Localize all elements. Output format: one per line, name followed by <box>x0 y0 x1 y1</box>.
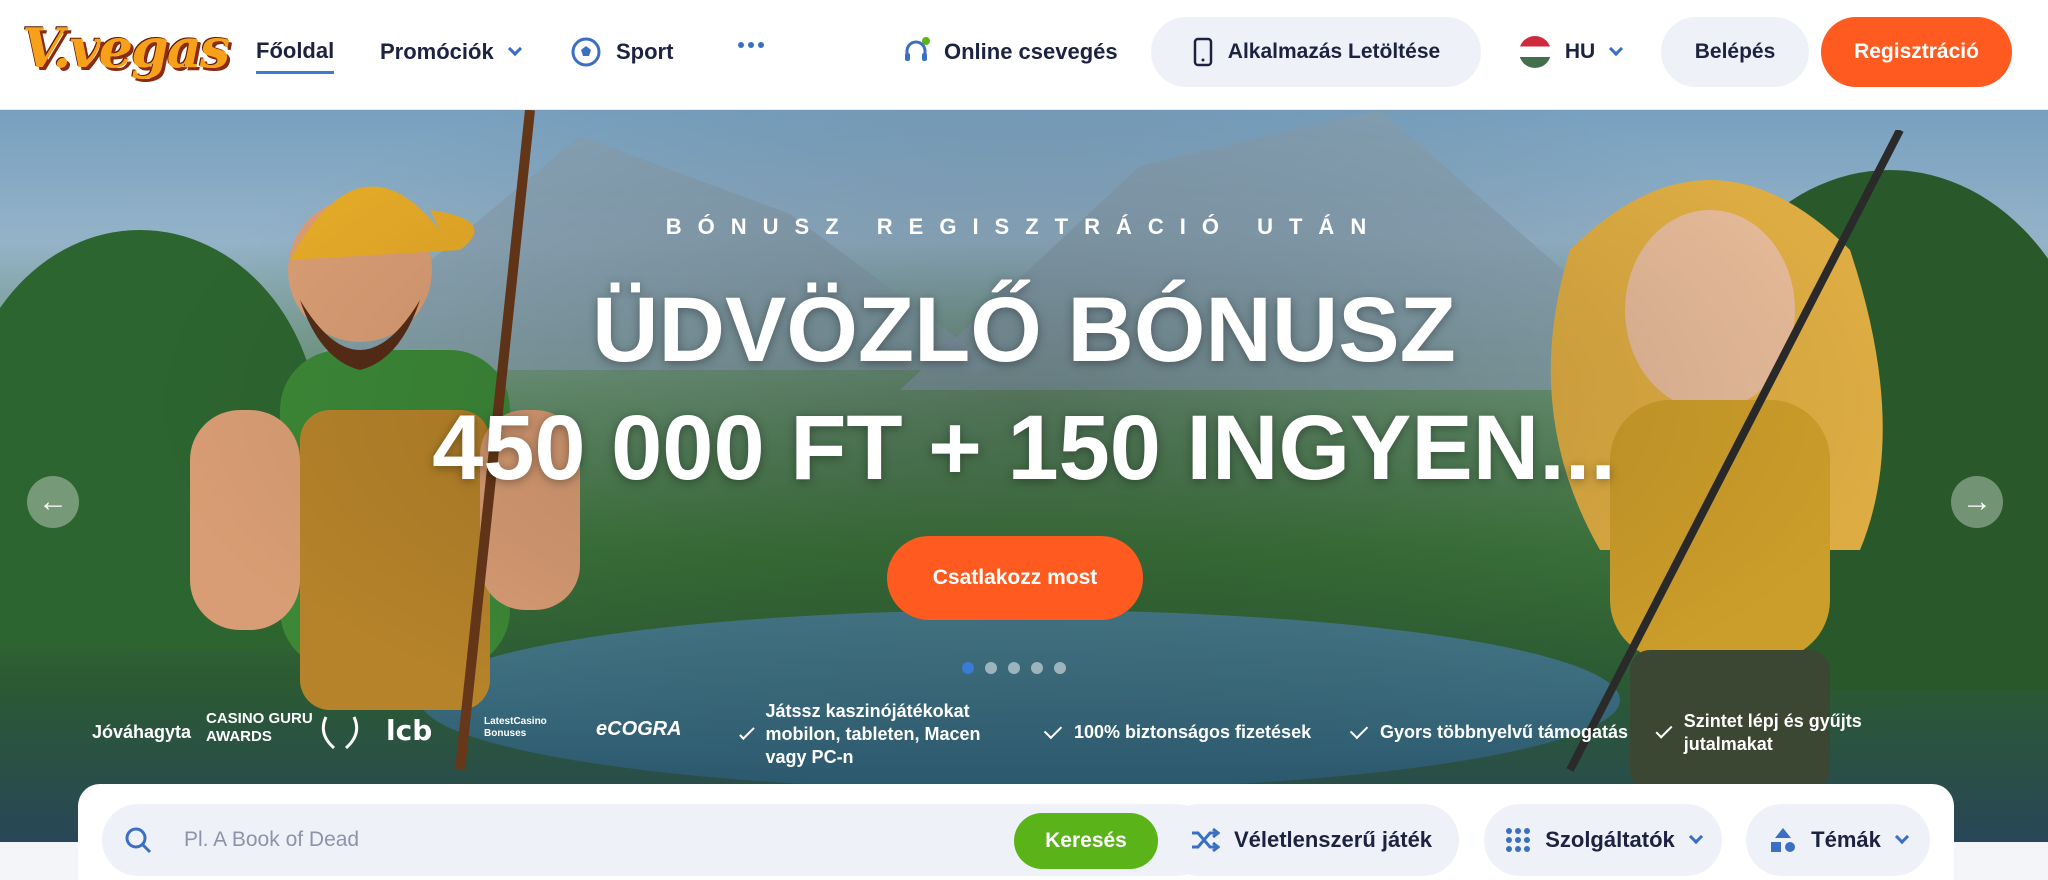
language-label: HU <box>1564 40 1596 63</box>
top-header: V.vegas Főoldal Promóciók Sport Online c… <box>0 0 2048 110</box>
chevron-down-icon <box>1609 41 1624 57</box>
trust-bar: Jóváhagyta CASINO GURU AWARDS lcb Latest… <box>0 700 2048 770</box>
logo-text: V.vegas <box>22 16 230 80</box>
login-button[interactable]: Belépés <box>1661 17 1809 87</box>
themes-dropdown[interactable]: Témák <box>1746 804 1930 876</box>
feature-rewards: Szintet lépj és gyűjts jutalmakat <box>1655 710 1880 756</box>
feature-devices-text: Játssz kaszinójátékokat mobilon, tablete… <box>765 701 981 767</box>
shapes-icon <box>1771 828 1796 852</box>
approved-label: Jóváhagyta <box>92 722 192 742</box>
game-search-bar: Keresés Véletlenszerű játék Szolgáltatók… <box>78 784 1954 880</box>
lcb-badge-text: lcb <box>386 714 433 747</box>
search-button[interactable]: Keresés <box>1014 813 1158 869</box>
nav-sport-label: Sport <box>616 39 674 64</box>
feature-support: Gyors többnyelvű támogatás <box>1349 720 1629 743</box>
nav-home[interactable]: Főoldal <box>256 30 335 74</box>
shuffle-icon <box>1191 827 1220 853</box>
feature-payments: 100% biztonságos fizetések <box>1043 720 1312 743</box>
providers-dropdown[interactable]: Szolgáltatók <box>1484 804 1722 876</box>
app-download-label: Alkalmazás Letöltése <box>1227 40 1441 63</box>
feature-support-text: Gyors többnyelvű támogatás <box>1380 722 1629 742</box>
check-icon <box>739 723 755 740</box>
headset-icon <box>905 37 930 61</box>
smartphone-icon <box>1193 37 1213 67</box>
laurel-icon <box>321 716 359 750</box>
search-input[interactable] <box>184 824 964 856</box>
hero-title-line2: 450 000 FT + 150 INGYEN... <box>432 397 1616 499</box>
slide-dot[interactable] <box>985 662 997 674</box>
soccer-ball-icon <box>571 37 601 67</box>
search-field: Keresés <box>102 804 1212 876</box>
hungary-flag-icon <box>1518 36 1551 68</box>
slide-dot[interactable] <box>1008 662 1020 674</box>
site-logo[interactable]: V.vegas <box>22 10 230 94</box>
login-label: Belépés <box>1694 40 1776 63</box>
chevron-down-icon <box>1894 829 1909 845</box>
app-download-button[interactable]: Alkalmazás Letöltése <box>1151 17 1481 87</box>
chevron-down-icon <box>1688 829 1703 845</box>
nav-home-label: Főoldal <box>256 37 335 63</box>
nav-promotions-label: Promóciók <box>380 39 494 64</box>
feature-devices: Játssz kaszinójátékokat mobilon, tablete… <box>739 700 994 769</box>
grid-icon <box>1506 828 1531 852</box>
more-menu-icon[interactable] <box>738 42 764 48</box>
random-game-label: Véletlenszerű játék <box>1233 827 1433 852</box>
join-now-button[interactable]: Csatlakozz most <box>887 536 1143 620</box>
feature-rewards-text: Szintet lépj és gyűjts jutalmakat <box>1683 711 1862 754</box>
random-game-button[interactable]: Véletlenszerű játék <box>1163 804 1459 876</box>
join-now-label: Csatlakozz most <box>932 566 1098 589</box>
hero-banner: BÓNUSZ REGISZTRÁCIÓ UTÁN ÜDVÖZLŐ BÓNUSZ … <box>0 110 2048 842</box>
hero-title-line1: ÜDVÖZLŐ BÓNUSZ <box>592 279 1456 381</box>
providers-label: Szolgáltatók <box>1545 827 1675 852</box>
live-chat-link[interactable]: Online csevegés <box>900 30 1118 74</box>
next-slide-arrow-icon[interactable]: → <box>1951 476 2003 528</box>
themes-label: Témák <box>1811 827 1881 852</box>
latest-casino-bonuses-badge: LatestCasino Bonuses <box>484 716 547 739</box>
slide-dot[interactable] <box>962 662 974 674</box>
lcb-badge: lcb <box>386 714 432 747</box>
register-button[interactable]: Regisztráció <box>1821 17 2012 87</box>
check-icon <box>1043 720 1063 739</box>
hero-subtitle: BÓNUSZ REGISZTRÁCIÓ UTÁN <box>665 214 1383 239</box>
live-chat-label: Online csevegés <box>944 39 1118 64</box>
slide-dot[interactable] <box>1054 662 1066 674</box>
check-icon <box>1349 720 1369 739</box>
register-label: Regisztráció <box>1854 40 1979 63</box>
language-selector[interactable]: HU <box>1500 17 1640 87</box>
feature-payments-text: 100% biztonságos fizetések <box>1074 722 1312 742</box>
slide-indicators <box>962 662 1066 674</box>
search-button-label: Keresés <box>1045 829 1127 852</box>
slide-dot[interactable] <box>1031 662 1043 674</box>
search-icon <box>125 827 152 854</box>
prev-slide-arrow-icon[interactable]: ← <box>27 476 79 528</box>
nav-sport[interactable]: Sport <box>570 30 673 74</box>
chevron-down-icon <box>507 41 522 57</box>
nav-promotions[interactable]: Promóciók <box>380 30 522 74</box>
check-icon <box>1655 721 1673 739</box>
casino-guru-awards-badge: CASINO GURU AWARDS <box>206 710 313 745</box>
ecogra-badge: eCOGRA <box>596 718 682 740</box>
